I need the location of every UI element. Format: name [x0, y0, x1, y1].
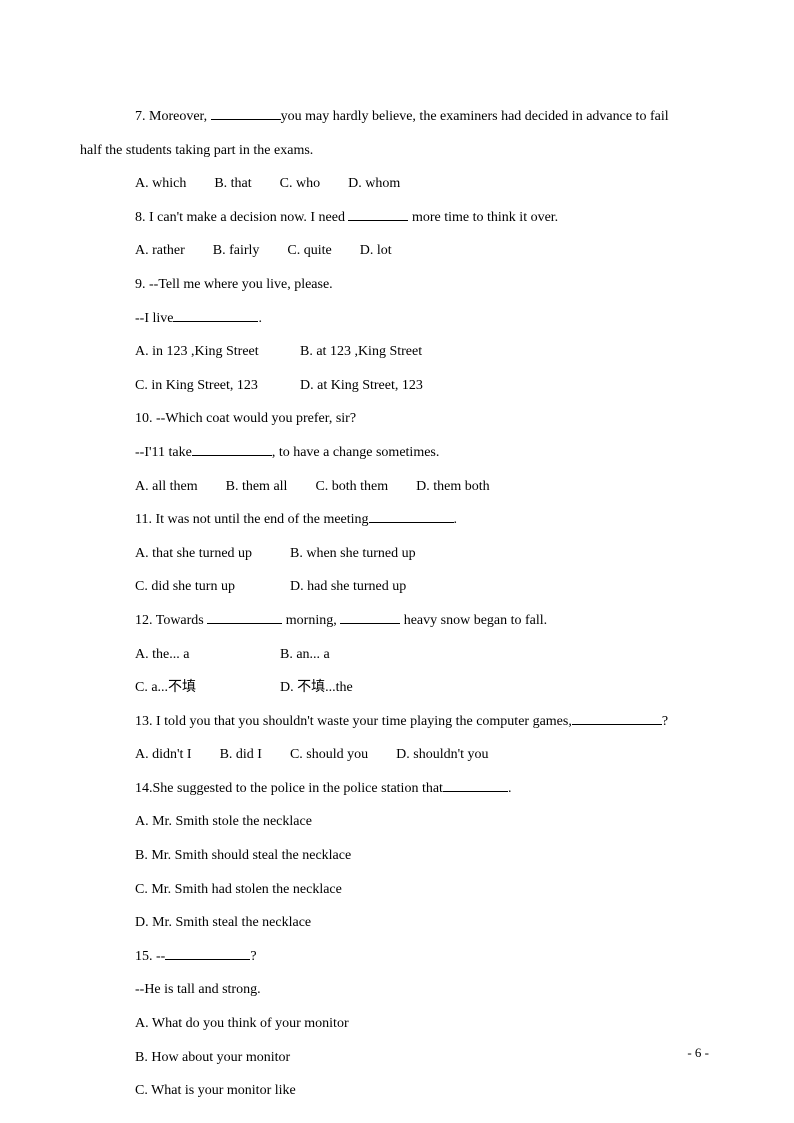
q12-d: D. 不填...the: [280, 671, 353, 705]
blank: [165, 959, 250, 960]
q15-post: ?: [250, 949, 256, 964]
q10-d: D. them both: [416, 470, 490, 504]
q12-a: A. the... a: [135, 638, 280, 672]
q8-post: more time to think it over.: [408, 210, 558, 225]
q9-options-cd: C. in King Street, 123D. at King Street,…: [135, 369, 714, 403]
q12-line: 12. Towards morning, heavy snow began to…: [135, 604, 714, 638]
q12-post: heavy snow began to fall.: [400, 613, 547, 628]
blank: [443, 791, 508, 792]
blank: [572, 724, 662, 725]
q8-a: A. rather: [135, 234, 185, 268]
q14-dot: .: [508, 781, 512, 796]
q14-c: C. Mr. Smith had stolen the necklace: [135, 873, 714, 907]
q8-d: D. lot: [360, 234, 392, 268]
q10-b: B. them all: [226, 470, 288, 504]
q10-a: A. all them: [135, 470, 198, 504]
q12-b: B. an... a: [280, 638, 330, 672]
q10-line2: --I'11 take , to have a change sometimes.: [135, 436, 714, 470]
q10-pre: --I'11 take: [135, 445, 192, 460]
q13-pre: 13. I told you that you shouldn't waste …: [135, 714, 572, 729]
q11-b: B. when she turned up: [290, 537, 416, 571]
q12-options-ab: A. the... aB. an... a: [135, 638, 714, 672]
q11-options-cd: C. did she turn upD. had she turned up: [135, 570, 714, 604]
blank: [192, 455, 272, 456]
q9-d: D. at King Street, 123: [300, 369, 423, 403]
q12-options-cd: C. a...不填D. 不填...the: [135, 671, 714, 705]
q8-b: B. fairly: [213, 234, 260, 268]
blank: [348, 220, 408, 221]
q7-options: A. which B. that C. who D. whom: [135, 167, 714, 201]
q13-b: B. did I: [220, 738, 262, 772]
q8-pre: 8. I can't make a decision now. I need: [135, 210, 348, 225]
q13-d: D. shouldn't you: [396, 738, 488, 772]
blank: [207, 623, 282, 624]
q14-pre: 14.She suggested to the police in the po…: [135, 781, 443, 796]
q7-d: D. whom: [348, 167, 400, 201]
q11-line: 11. It was not until the end of the meet…: [135, 503, 714, 537]
q13-c: C. should you: [290, 738, 368, 772]
q9-dot: .: [258, 311, 262, 326]
q13-options: A. didn't I B. did I C. should you D. shoul…: [135, 738, 714, 772]
q8-c: C. quite: [287, 234, 331, 268]
q9-line1: 9. --Tell me where you live, please.: [135, 268, 714, 302]
q12-c: C. a...不填: [135, 671, 280, 705]
q11-options-ab: A. that she turned upB. when she turned …: [135, 537, 714, 571]
q10-post: , to have a change sometimes.: [272, 445, 440, 460]
q8-options: A. rather B. fairly C. quite D. lot: [135, 234, 714, 268]
q12-pre: 12. Towards: [135, 613, 207, 628]
q9-options-ab: A. in 123 ,King StreetB. at 123 ,King St…: [135, 335, 714, 369]
q7-line2: half the students taking part in the exa…: [80, 134, 714, 168]
q7-c: C. who: [280, 167, 320, 201]
q10-c: C. both them: [315, 470, 388, 504]
blank: [173, 321, 258, 322]
q7-b: B. that: [214, 167, 251, 201]
q15-pre: 15. --: [135, 949, 165, 964]
q13-line: 13. I told you that you shouldn't waste …: [135, 705, 714, 739]
q15-a: A. What do you think of your monitor: [135, 1007, 714, 1041]
q15-line2: --He is tall and strong.: [135, 973, 714, 1007]
q9-a: A. in 123 ,King Street: [135, 335, 300, 369]
q10-line1: 10. --Which coat would you prefer, sir?: [135, 402, 714, 436]
q13-post: ?: [662, 714, 668, 729]
page-content: 7. Moreover, you may hardly believe, the…: [80, 100, 714, 1108]
q10-options: A. all them B. them all C. both them D. the…: [135, 470, 714, 504]
q14-a: A. Mr. Smith stole the necklace: [135, 805, 714, 839]
q12-mid: morning,: [282, 613, 340, 628]
q7-a: A. which: [135, 167, 186, 201]
q11-dot: .: [454, 512, 458, 527]
q11-pre: 11. It was not until the end of the meet…: [135, 512, 369, 527]
q7-line1: 7. Moreover, you may hardly believe, the…: [80, 100, 714, 134]
q14-d: D. Mr. Smith steal the necklace: [135, 906, 714, 940]
q15-c: C. What is your monitor like: [135, 1074, 714, 1108]
q14-b: B. Mr. Smith should steal the necklace: [135, 839, 714, 873]
blank: [369, 522, 454, 523]
q9-line2: --I live.: [135, 302, 714, 336]
blank: [211, 119, 281, 120]
q13-a: A. didn't I: [135, 738, 192, 772]
q9-pre: --I live: [135, 311, 173, 326]
q15-line: 15. --?: [135, 940, 714, 974]
page-number: - 6 -: [687, 1037, 709, 1068]
q11-d: D. had she turned up: [290, 570, 406, 604]
q15-b: B. How about your monitor: [135, 1041, 714, 1075]
q9-c: C. in King Street, 123: [135, 369, 300, 403]
q7-post: you may hardly believe, the examiners ha…: [281, 109, 669, 124]
q9-b: B. at 123 ,King Street: [300, 335, 422, 369]
q8-line: 8. I can't make a decision now. I need m…: [135, 201, 714, 235]
q14-line: 14.She suggested to the police in the po…: [135, 772, 714, 806]
q11-c: C. did she turn up: [135, 570, 290, 604]
q11-a: A. that she turned up: [135, 537, 290, 571]
blank: [340, 623, 400, 624]
q7-pre: 7. Moreover,: [135, 109, 211, 124]
